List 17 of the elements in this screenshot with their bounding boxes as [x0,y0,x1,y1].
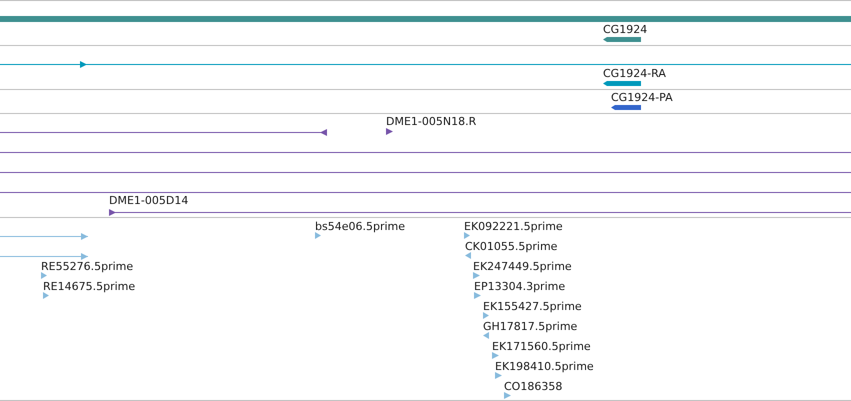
feature-label: CK01055.5prime [465,240,558,253]
feature-label: GH17817.5prime [483,320,578,333]
feature-label: bs54e06.5prime [315,220,406,233]
feature-label: DME1-005N18.R [386,115,476,128]
feature-label: EK198410.5prime [495,360,594,373]
feature-label: RE14675.5prime [43,280,136,293]
feature-label: EK171560.5prime [492,340,591,353]
feature-label: CO186358 [504,380,562,393]
feature-label: EK247449.5prime [473,260,572,273]
feature-label: EK092221.5prime [464,220,563,233]
feature-label: EP13304.3prime [474,280,566,293]
feature-label: CG1924-PA [611,91,673,104]
feature-label: CG1924 [603,23,648,36]
feature-label: EK155427.5prime [483,300,582,313]
feature-label: DME1-005D14 [109,194,188,207]
feature-label: RE55276.5prime [41,260,134,273]
feature-label: CG1924-RA [603,67,666,80]
